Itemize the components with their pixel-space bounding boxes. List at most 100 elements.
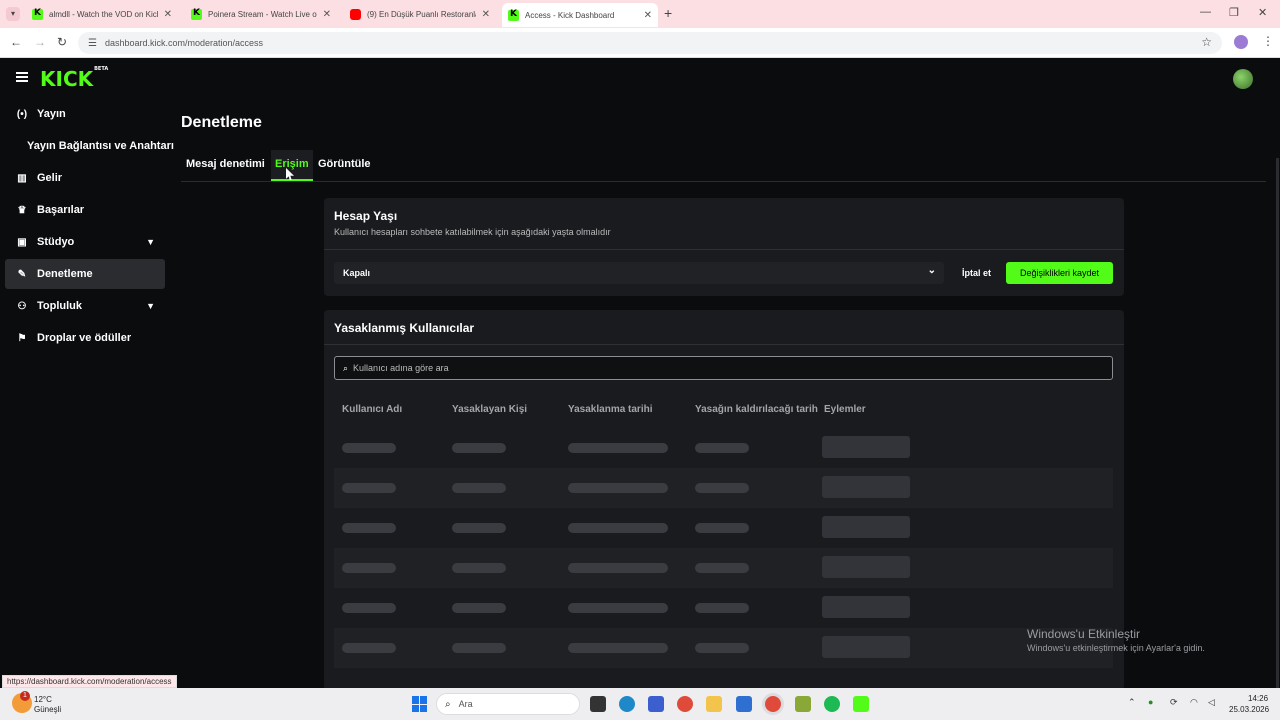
skeleton-placeholder: [342, 523, 396, 533]
skeleton-placeholder: [695, 483, 749, 493]
minimize-icon[interactable]: —: [1200, 6, 1211, 18]
browser-tab-1[interactable]: almdll - Watch the VOD on Kick ✕: [26, 4, 178, 24]
chart-icon: ▥: [17, 172, 27, 184]
taskbar-date[interactable]: 25.03.2026: [1229, 705, 1269, 714]
edge-browser-icon[interactable]: [619, 696, 635, 712]
close-tab-icon[interactable]: ✕: [323, 9, 331, 20]
volume-icon[interactable]: ◁: [1208, 697, 1215, 708]
account-age-select[interactable]: Kapalı ⌄: [334, 262, 944, 284]
sidebar-item-yayin[interactable]: (•) Yayın: [5, 99, 165, 129]
taskbar-time[interactable]: 14:26: [1248, 694, 1268, 703]
browser-menu-icon[interactable]: ⋮: [1262, 34, 1274, 48]
username-search-box[interactable]: ⌕: [334, 356, 1113, 380]
spotify-icon[interactable]: [824, 696, 840, 712]
skeleton-placeholder: [568, 443, 668, 453]
chrome-icon[interactable]: [677, 696, 693, 712]
notification-badge: 1: [20, 691, 30, 701]
community-icon: ⚇: [17, 300, 27, 312]
sidebar-item-label: Gelir: [37, 172, 63, 184]
browser-tab-3[interactable]: (9) En Düşük Puanlı Restoranlar ✕: [344, 4, 496, 24]
skeleton-action-placeholder: [822, 556, 910, 578]
divider: [324, 249, 1124, 250]
forward-icon[interactable]: →: [34, 35, 46, 49]
site-info-icon[interactable]: ☰: [88, 38, 97, 49]
tray-sync-icon[interactable]: ⟳: [1170, 697, 1178, 708]
table-row: [334, 508, 1113, 548]
skeleton-placeholder: [342, 563, 396, 573]
skeleton-placeholder: [568, 523, 668, 533]
kick-favicon-icon: [191, 8, 202, 20]
link-status-url: https://dashboard.kick.com/moderation/ac…: [2, 675, 177, 688]
tray-expand-icon[interactable]: ⌃: [1128, 697, 1136, 708]
sidebar-item-label: Droplar ve ödüller: [37, 332, 132, 344]
sidebar-item-denetleme[interactable]: ✎ Denetleme: [5, 259, 165, 289]
sidebar-item-topluluk[interactable]: ⚇ Topluluk ▼: [5, 291, 165, 321]
close-tab-icon[interactable]: ✕: [164, 9, 172, 20]
skeleton-placeholder: [695, 603, 749, 613]
kick-dashboard: KICKBETA (•) Yayın Yayın Bağlantısı ve A…: [0, 58, 1280, 688]
skeleton-placeholder: [452, 443, 506, 453]
bookmark-star-icon[interactable]: ☆: [1201, 35, 1212, 49]
sidebar-item-label: Başarılar: [37, 204, 85, 216]
url-text: dashboard.kick.com/moderation/access: [104, 38, 264, 48]
chrome-active-icon[interactable]: [765, 696, 781, 712]
close-window-icon[interactable]: ✕: [1258, 6, 1267, 19]
browser-profile-avatar[interactable]: [1234, 35, 1248, 49]
close-tab-icon[interactable]: ✕: [644, 10, 652, 21]
skeleton-action-placeholder: [822, 516, 910, 538]
kick-favicon-icon: [32, 8, 43, 20]
back-icon[interactable]: ←: [10, 35, 22, 49]
copilot-icon[interactable]: [648, 696, 664, 712]
hamburger-menu-icon[interactable]: [16, 72, 28, 82]
kick-app-icon[interactable]: [853, 696, 869, 712]
page-scrollbar[interactable]: [1276, 158, 1279, 688]
sidebar-item-label: Topluluk: [37, 300, 83, 312]
column-header-banned-by: Yasaklayan Kişi: [452, 404, 528, 415]
user-avatar[interactable]: [1233, 69, 1253, 89]
sidebar-item-droplar[interactable]: ⚑ Droplar ve ödüller: [5, 323, 165, 353]
wifi-icon[interactable]: ◠: [1190, 697, 1198, 708]
browser-tab-2[interactable]: Poinera Stream - Watch Live on ✕: [185, 4, 337, 24]
reload-icon[interactable]: ↻: [57, 35, 67, 49]
restore-icon[interactable]: ❐: [1229, 6, 1239, 19]
minecraft-icon[interactable]: [795, 696, 811, 712]
broadcast-icon: (•): [16, 108, 28, 120]
trophy-icon: ♛: [17, 204, 27, 216]
task-view-icon[interactable]: [590, 696, 606, 712]
store-icon[interactable]: [736, 696, 752, 712]
weather-temperature: 12°C: [34, 695, 52, 704]
sidebar-item-basarilar[interactable]: ♛ Başarılar: [5, 195, 165, 225]
sidebar-item-gelir[interactable]: ▥ Gelir: [5, 163, 165, 193]
moderation-tabs: Mesaj denetimi Erişim Görüntüle: [181, 150, 1266, 182]
file-explorer-icon[interactable]: [706, 696, 722, 712]
column-header-username: Kullanıcı Adı: [342, 404, 403, 415]
sidebar-subitem-stream-key[interactable]: Yayın Bağlantısı ve Anahtarı: [27, 140, 174, 152]
table-row: [334, 428, 1113, 468]
youtube-favicon-icon: [350, 8, 361, 20]
divider: [324, 344, 1124, 345]
skeleton-placeholder: [452, 483, 506, 493]
tab-goruntule[interactable]: Görüntüle: [318, 158, 371, 170]
tray-app-icon[interactable]: ●: [1148, 697, 1153, 707]
tab-mesaj-denetimi[interactable]: Mesaj denetimi: [186, 158, 265, 170]
cancel-button[interactable]: İptal et: [956, 262, 997, 284]
weather-description: Güneşli: [34, 705, 62, 714]
browser-tab-active[interactable]: Access - Kick Dashboard ✕: [502, 3, 658, 27]
address-bar[interactable]: ☰ dashboard.kick.com/moderation/access ☆: [78, 32, 1222, 54]
table-row: [334, 588, 1113, 628]
tab-search-dropdown-icon[interactable]: ▾: [6, 7, 20, 21]
sidebar-item-label: Denetleme: [37, 268, 93, 280]
drops-icon: ⚑: [17, 332, 27, 344]
new-tab-icon[interactable]: +: [664, 5, 672, 21]
kick-logo[interactable]: KICKBETA: [40, 66, 108, 91]
close-tab-icon[interactable]: ✕: [482, 9, 490, 20]
windows-start-icon[interactable]: [412, 696, 428, 712]
username-search-input[interactable]: [353, 363, 1054, 373]
save-changes-button[interactable]: Değişiklikleri kaydet: [1006, 262, 1113, 284]
tab-erisim[interactable]: Erişim: [275, 158, 309, 170]
skeleton-action-placeholder: [822, 476, 910, 498]
taskbar-search[interactable]: ⌕ Ara: [436, 693, 580, 715]
sidebar-item-studyo[interactable]: ▣ Stüdyo ▼: [5, 227, 165, 257]
taskbar-search-label: Ara: [458, 699, 473, 709]
skeleton-placeholder: [695, 443, 749, 453]
